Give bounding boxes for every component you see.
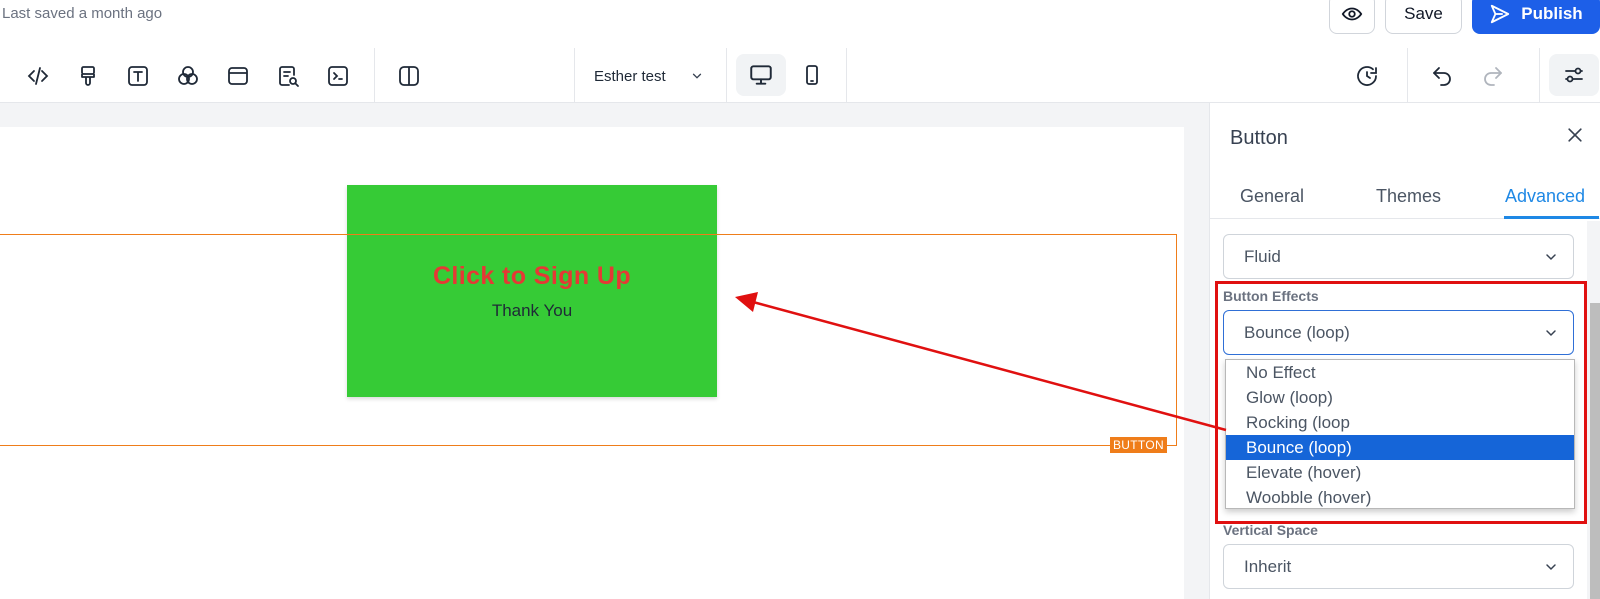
- effect-option-woobble[interactable]: Woobble (hover): [1226, 485, 1574, 510]
- text-icon: [128, 66, 148, 86]
- selection-outline: [0, 234, 1177, 446]
- top-bar: Last saved a month ago Save Publish: [0, 0, 1600, 48]
- shapes-tool-button[interactable]: [170, 58, 206, 94]
- panel-tabs: General Themes Advanced: [1210, 173, 1600, 219]
- panel-title: Button: [1230, 127, 1288, 149]
- effect-option-bounce[interactable]: Bounce (loop): [1226, 435, 1574, 460]
- redo-button[interactable]: [1475, 58, 1511, 94]
- columns-icon: [399, 66, 419, 86]
- mobile-icon: [806, 65, 818, 85]
- vertical-space-value: Inherit: [1244, 556, 1292, 576]
- chevron-down-icon: [1546, 254, 1556, 261]
- button-effects-label: Button Effects: [1223, 288, 1319, 304]
- code-icon: [27, 67, 49, 85]
- history-button[interactable]: [1349, 58, 1385, 94]
- vertical-space-select[interactable]: Inherit: [1223, 544, 1574, 589]
- style-tool-button[interactable]: [70, 58, 106, 94]
- terminal-tool-button[interactable]: [320, 58, 356, 94]
- sliders-icon: [1565, 67, 1583, 83]
- width-value: Fluid: [1244, 246, 1281, 266]
- button-settings-panel: Button General Themes Advanced Fluid But…: [1209, 103, 1600, 599]
- publish-label: Publish: [1521, 4, 1583, 23]
- shapes-icon: [178, 66, 198, 85]
- form-icon: [279, 66, 299, 87]
- editor-toolbar: Esther test: [0, 48, 1600, 103]
- editor-app: Last saved a month ago Save Publish Esth…: [0, 0, 1600, 599]
- button-effects-value: Bounce (loop): [1244, 322, 1350, 342]
- toolbar-divider: [726, 48, 727, 103]
- redo-icon: [1484, 67, 1502, 86]
- layout-icon: [228, 67, 248, 85]
- desktop-view-button[interactable]: [736, 54, 786, 96]
- page-name: Esther test: [594, 67, 666, 85]
- form-tool-button[interactable]: [270, 58, 306, 94]
- code-tool-button[interactable]: [20, 58, 56, 94]
- mobile-view-button[interactable]: [787, 54, 837, 96]
- button-effects-dropdown: No Effect Glow (loop) Rocking (loop Boun…: [1225, 359, 1575, 509]
- text-tool-button[interactable]: [120, 58, 156, 94]
- chevron-down-icon: [1546, 330, 1556, 337]
- history-icon: [1357, 66, 1377, 86]
- toolbar-divider: [1407, 48, 1408, 103]
- publish-button[interactable]: Publish: [1472, 0, 1600, 34]
- tab-themes[interactable]: Themes: [1376, 186, 1441, 207]
- chevron-down-icon: [692, 73, 701, 79]
- save-button[interactable]: Save: [1385, 0, 1462, 34]
- undo-button[interactable]: [1424, 58, 1460, 94]
- eye-icon: [1341, 7, 1363, 21]
- page-selector[interactable]: Esther test: [594, 63, 704, 89]
- toolbar-divider: [846, 48, 847, 103]
- send-icon: [1491, 4, 1510, 24]
- toolbar-divider: [1539, 48, 1540, 103]
- panel-scroll-thumb[interactable]: [1590, 303, 1600, 599]
- width-select[interactable]: Fluid: [1223, 234, 1574, 279]
- effect-option-rocking[interactable]: Rocking (loop: [1226, 410, 1574, 435]
- saved-status: Last saved a month ago: [2, 5, 163, 22]
- paint-brush-icon: [81, 66, 95, 86]
- close-icon[interactable]: [1565, 125, 1585, 145]
- effect-option-glow[interactable]: Glow (loop): [1226, 385, 1574, 410]
- tab-general[interactable]: General: [1240, 186, 1304, 207]
- toolbar-divider: [574, 48, 575, 103]
- element-type-tag: BUTTON: [1110, 437, 1167, 453]
- columns-tool-button[interactable]: [391, 58, 427, 94]
- desktop-icon: [750, 65, 772, 85]
- effect-option-no-effect[interactable]: No Effect: [1226, 360, 1574, 385]
- terminal-icon: [328, 66, 348, 86]
- effect-option-elevate[interactable]: Elevate (hover): [1226, 460, 1574, 485]
- active-tab-indicator: [1504, 216, 1599, 219]
- button-effects-select[interactable]: Bounce (loop): [1223, 310, 1574, 355]
- preview-button[interactable]: [1329, 0, 1375, 34]
- undo-icon: [1433, 67, 1451, 86]
- layout-tool-button[interactable]: [220, 58, 256, 94]
- settings-panel-button[interactable]: [1549, 54, 1599, 96]
- toolbar-divider: [374, 48, 375, 103]
- tab-advanced[interactable]: Advanced: [1505, 186, 1585, 207]
- chevron-down-icon: [1546, 564, 1556, 571]
- vertical-space-label: Vertical Space: [1223, 522, 1318, 538]
